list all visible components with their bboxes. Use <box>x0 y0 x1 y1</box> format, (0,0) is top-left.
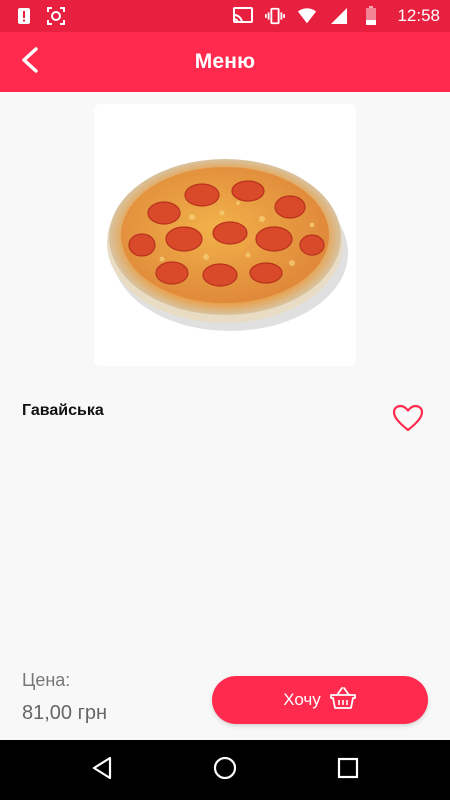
back-button[interactable] <box>8 40 52 84</box>
wifi-icon <box>297 6 317 26</box>
nav-back-icon <box>91 756 113 785</box>
system-nav-bar <box>0 740 450 800</box>
vibrate-icon <box>265 6 286 26</box>
nav-home-icon <box>213 756 237 785</box>
app-bar: Меню <box>0 32 450 92</box>
screenshot-icon <box>46 6 66 26</box>
basket-icon <box>329 686 357 715</box>
nav-home-button[interactable] <box>201 746 249 794</box>
nav-recents-button[interactable] <box>324 746 372 794</box>
nav-back-button[interactable] <box>78 746 126 794</box>
product-image <box>94 104 356 366</box>
status-bar-right: 12:58 <box>233 6 440 26</box>
want-button-label: Хочу <box>283 690 321 709</box>
back-arrow-icon <box>19 46 41 79</box>
price-label: Цена: <box>22 670 71 690</box>
status-bar-left <box>14 6 66 26</box>
cast-icon <box>233 6 254 26</box>
product-name: Гавайська <box>22 402 104 419</box>
favorite-button[interactable] <box>390 402 426 438</box>
battery-icon <box>361 6 381 26</box>
price-value: 81,00 грн <box>22 702 108 724</box>
heart-outline-icon <box>392 404 424 437</box>
status-bar: 12:58 <box>0 0 450 32</box>
signal-icon <box>329 6 349 26</box>
pizza-image <box>107 159 348 331</box>
status-time: 12:58 <box>397 6 440 25</box>
alert-icon <box>14 6 34 26</box>
want-button[interactable]: Хочу <box>212 676 428 724</box>
nav-recents-icon <box>337 757 359 784</box>
page-title: Меню <box>194 50 256 73</box>
